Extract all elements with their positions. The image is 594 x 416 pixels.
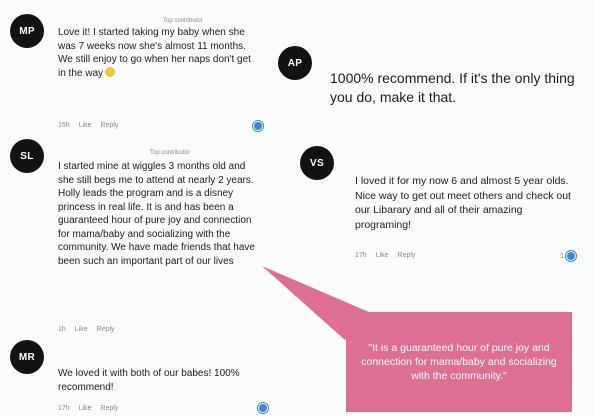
like-reaction-icon [258,403,268,413]
top-contributor-badge: Top contributor [150,150,190,156]
reaction-indicator[interactable] [258,403,268,413]
comment-text: We loved it with both of our babes! 100%… [58,368,240,393]
comment: I loved it for my now 6 and almost 5 yea… [355,174,577,232]
reply-button[interactable]: Reply [97,326,115,333]
comment-time[interactable]: 17h [58,405,70,412]
reaction-count: 1 [560,252,564,260]
comment: 1000% recommend. If it's the only thing … [330,69,578,107]
avatar-initials: MP [19,25,35,37]
like-button[interactable]: Like [79,405,92,412]
highlight-quote-box: "It is a guaranteed hour of pure joy and… [346,312,572,412]
reply-button[interactable]: Reply [101,405,119,412]
reply-button[interactable]: Reply [398,252,416,259]
comment-time[interactable]: 17h [355,252,367,259]
avatar[interactable]: VS [300,146,334,180]
comment-text: 1000% recommend. If it's the only thing … [330,70,575,105]
avatar[interactable]: MP [10,14,44,48]
comment: Love it! I started taking my baby when s… [58,26,258,80]
avatar-initials: SL [20,150,34,162]
comment-actions: 1h Like Reply [58,326,115,333]
avatar-initials: MR [18,351,36,363]
comment-time[interactable]: 15h [58,122,70,129]
comment: I started mine at wiggles 3 months old a… [58,160,260,268]
reaction-indicator[interactable]: 1 [560,251,576,261]
comment-text: Love it! I started taking my baby when s… [58,27,251,79]
avatar[interactable]: MR [10,340,44,374]
comment-time[interactable]: 1h [58,326,66,333]
comment-text: I loved it for my now 6 and almost 5 yea… [355,175,571,231]
like-reaction-icon [565,251,576,261]
top-contributor-badge: Top contributor [163,18,203,24]
reply-button[interactable]: Reply [101,122,119,129]
like-reaction-icon [253,121,263,131]
highlight-quote-text: "It is a guaranteed hour of pure joy and… [361,342,557,382]
avatar[interactable]: AP [278,46,312,80]
comment-actions: 17h Like Reply [58,405,118,412]
like-button[interactable]: Like [376,252,389,259]
comment: We loved it with both of our babes! 100%… [58,367,260,394]
avatar[interactable]: SL [10,139,44,173]
smile-emoji-icon [105,66,116,77]
avatar-initials: AP [287,57,303,69]
comment-text: I started mine at wiggles 3 months old a… [58,161,255,267]
comment-actions: 17h Like Reply [355,252,415,259]
avatar-initials: VS [310,157,324,169]
like-button[interactable]: Like [79,122,92,129]
reaction-indicator[interactable] [253,121,263,131]
like-button[interactable]: Like [75,326,88,333]
comment-actions: 15h Like Reply [58,122,118,129]
